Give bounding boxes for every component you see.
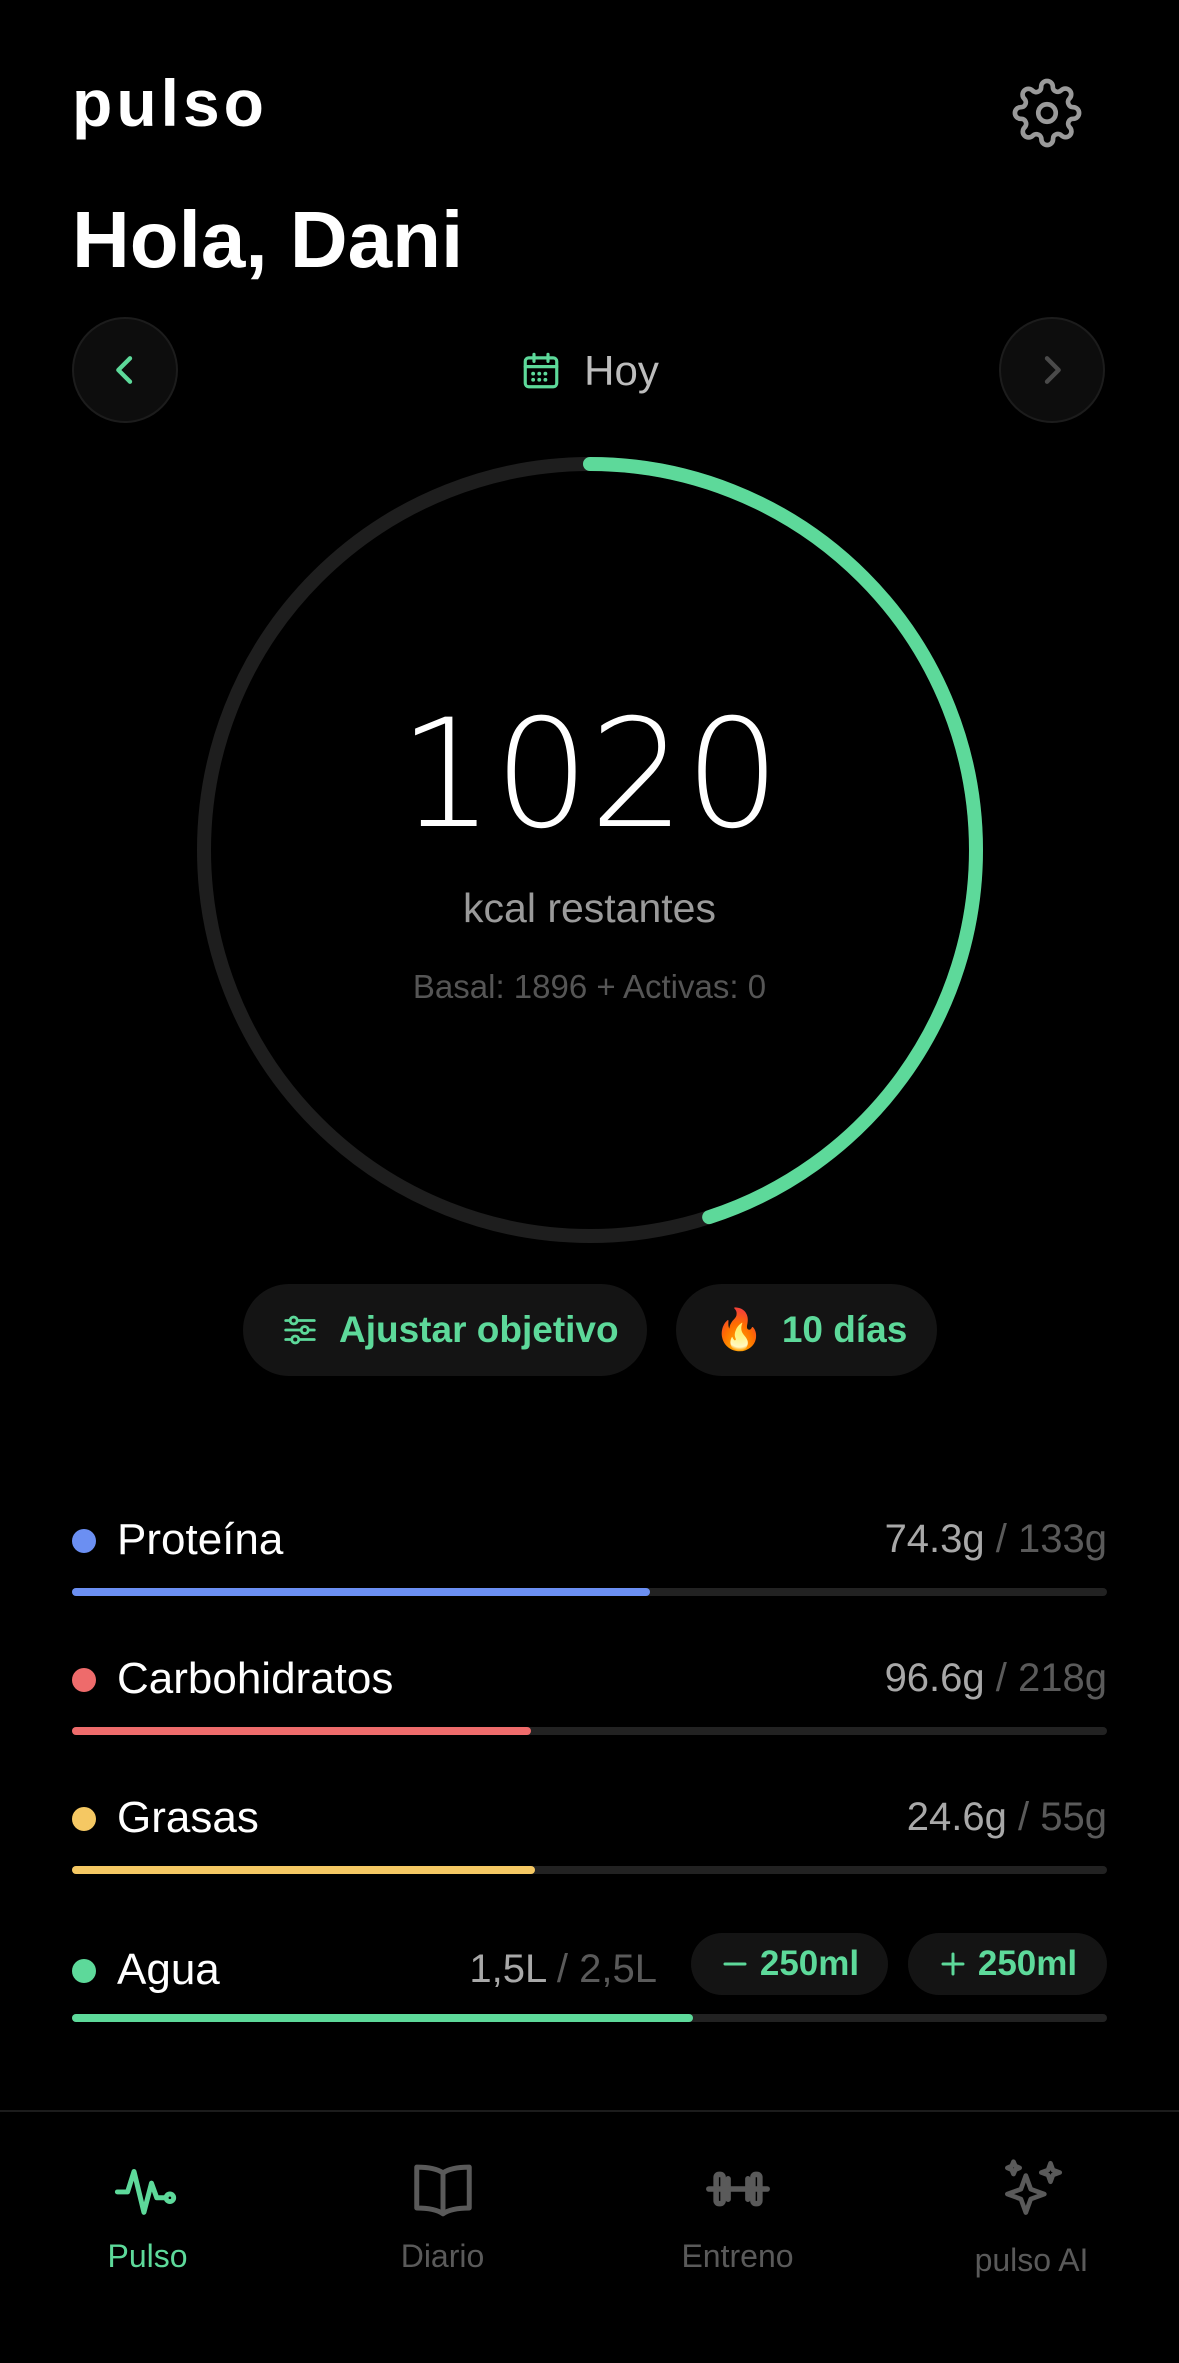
water-progress-track xyxy=(72,2014,1107,2022)
water-progress-fill xyxy=(72,2014,693,2022)
water-minus-label: 250ml xyxy=(759,1944,860,1983)
flame-icon: 🔥 xyxy=(714,1308,764,1352)
next-day-button[interactable] xyxy=(999,317,1105,423)
streak-badge[interactable]: 🔥 10 días xyxy=(676,1284,937,1376)
calories-remaining-value: 1020 xyxy=(398,688,781,862)
carbs-color-dot xyxy=(72,1668,96,1692)
macro-progress-fill xyxy=(72,1866,535,1874)
calories-unit-label: kcal restantes xyxy=(463,885,716,931)
calories-breakdown: Basal: 1896 + Activas: 0 xyxy=(412,968,767,1005)
greeting-title: Hola, Dani xyxy=(72,195,464,284)
tab-label: Diario xyxy=(400,2238,485,2274)
chevron-right-icon xyxy=(1044,356,1061,384)
tab-diario[interactable]: Diario xyxy=(295,2154,590,2275)
dumbbell-icon xyxy=(705,2171,770,2207)
macro-progress-track xyxy=(72,1727,1107,1735)
tab-label: pulso AI xyxy=(974,2242,1089,2278)
macro-progress-fill xyxy=(72,1588,650,1596)
tab-pulso[interactable]: Pulso xyxy=(0,2154,295,2275)
gear-icon[interactable] xyxy=(1012,78,1082,148)
macro-row-water: Agua 1,5L / 2,5L 250ml 250ml xyxy=(72,1933,1107,2022)
macro-row-protein: Proteína 74.3g / 133g xyxy=(72,1503,1107,1596)
macro-name: Carbohidratos xyxy=(117,1654,394,1703)
calendar-icon xyxy=(523,352,559,389)
macro-progress-track xyxy=(72,1866,1107,1874)
tab-label: Entreno xyxy=(681,2238,794,2274)
water-name: Agua xyxy=(117,1945,220,1994)
macro-progress-track xyxy=(72,1588,1107,1596)
water-minus-button[interactable]: 250ml xyxy=(691,1933,888,1995)
macro-row-carbs: Carbohidratos 96.6g / 218g xyxy=(72,1642,1107,1735)
macro-row-fats: Grasas 24.6g / 55g xyxy=(72,1781,1107,1874)
sliders-icon xyxy=(284,1315,316,1345)
app-logo: pulso xyxy=(72,66,268,140)
tab-entreno[interactable]: Entreno xyxy=(590,2154,885,2275)
water-plus-button[interactable]: 250ml xyxy=(908,1933,1107,1995)
adjust-goal-label: Ajustar objetivo xyxy=(339,1309,619,1350)
fats-color-dot xyxy=(72,1807,96,1831)
streak-label: 10 días xyxy=(781,1309,908,1350)
macro-values: 74.3g / 133g xyxy=(884,1517,1107,1561)
macro-progress-fill xyxy=(72,1727,531,1735)
heartbeat-icon xyxy=(114,2169,176,2215)
sparkles-icon xyxy=(1004,2159,1062,2215)
adjust-goal-button[interactable]: Ajustar objetivo xyxy=(243,1284,647,1376)
water-color-dot xyxy=(72,1959,96,1983)
water-plus-label: 250ml xyxy=(977,1944,1078,1983)
macro-name: Grasas xyxy=(117,1793,259,1842)
tab-pulso-ai[interactable]: pulso AI xyxy=(884,2154,1179,2279)
bottom-tab-bar: Pulso Diario Entreno pulso AI xyxy=(0,2110,1179,2363)
macro-values: 24.6g / 55g xyxy=(906,1795,1107,1839)
minus-icon xyxy=(723,1962,747,1966)
tab-label: Pulso xyxy=(107,2238,188,2274)
protein-color-dot xyxy=(72,1529,96,1553)
macro-name: Proteína xyxy=(117,1515,284,1564)
plus-icon xyxy=(941,1952,965,1976)
book-icon xyxy=(413,2164,472,2217)
date-label: Hoy xyxy=(584,347,659,394)
water-values: 1,5L / 2,5L xyxy=(469,1947,657,1991)
macro-values: 96.6g / 218g xyxy=(884,1656,1107,1700)
